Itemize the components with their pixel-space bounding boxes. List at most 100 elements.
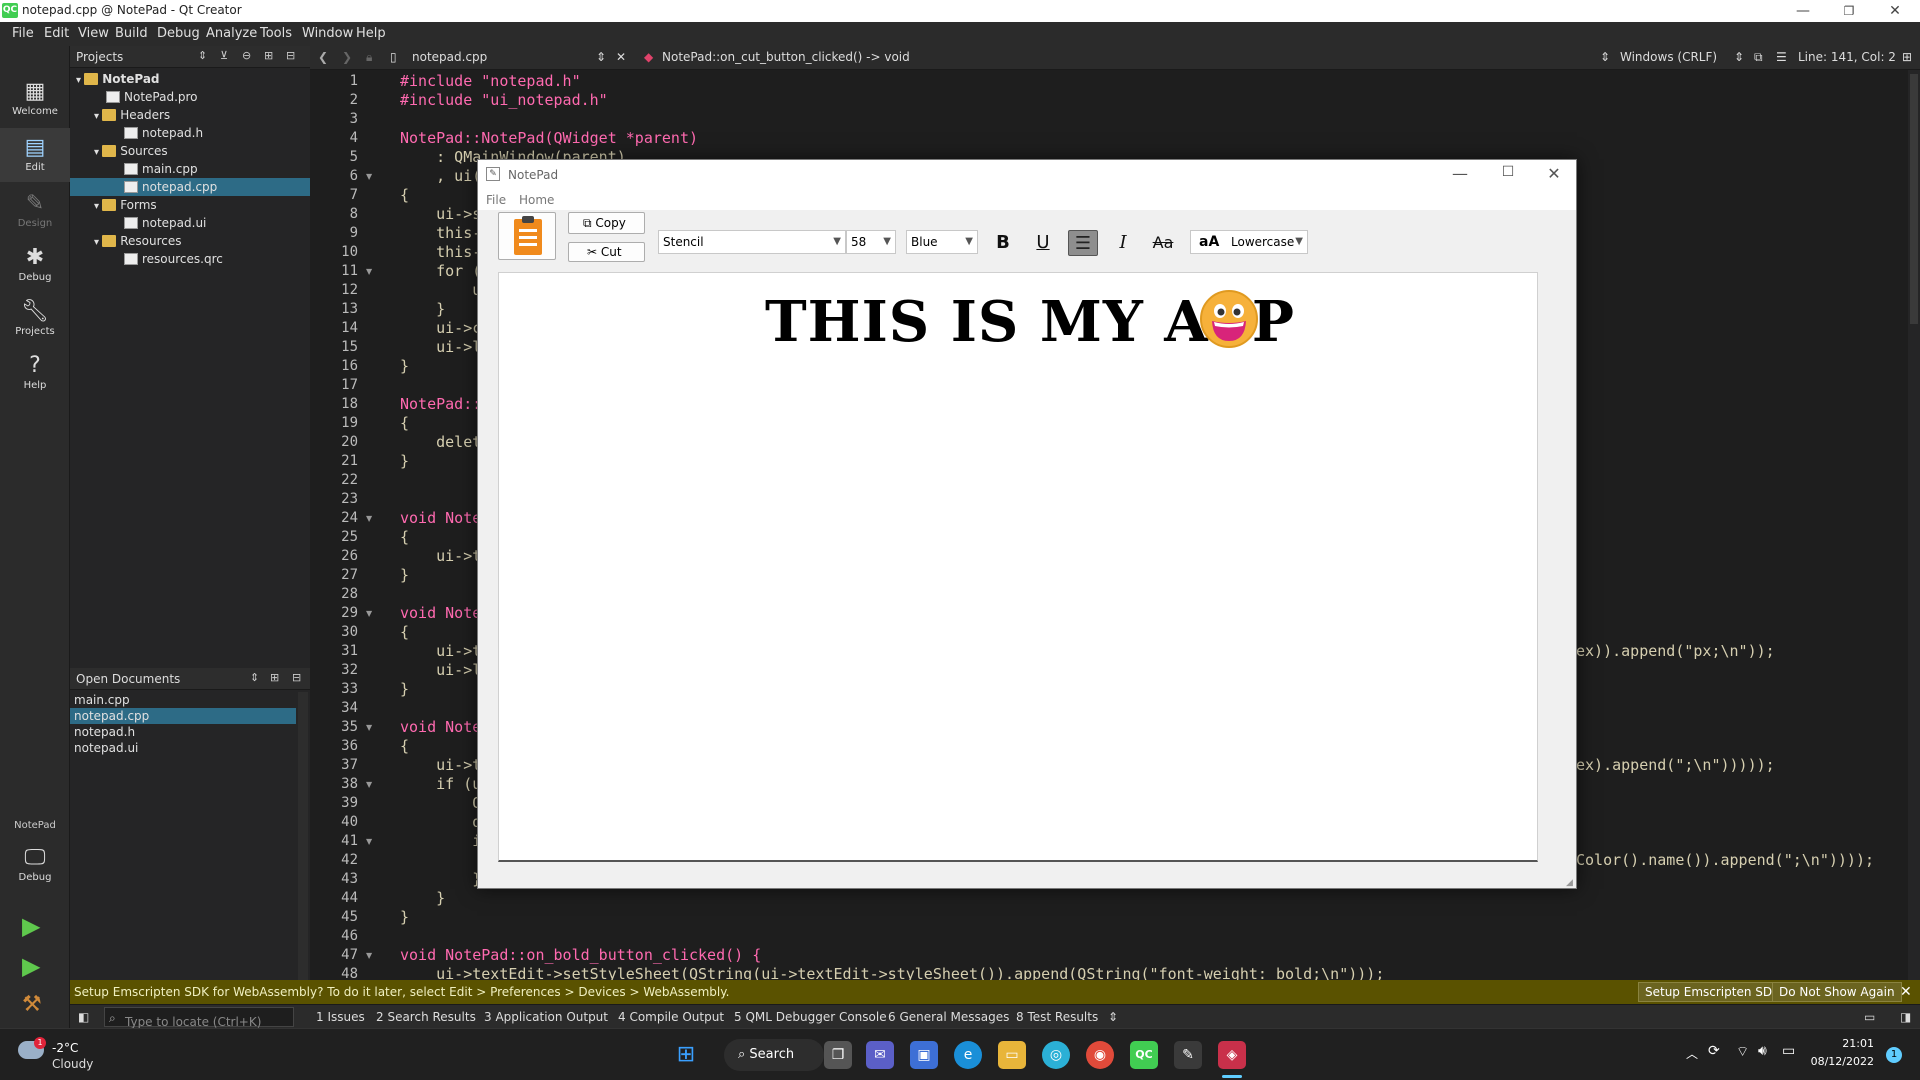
tab-compile-output[interactable]: 4 Compile Output	[618, 1010, 724, 1024]
tree-item-resources[interactable]: ▾ Resources	[70, 232, 310, 250]
underline-button[interactable]: U	[1028, 230, 1058, 256]
notepad-minimize-button[interactable]: —	[1440, 164, 1480, 183]
toggle-output-icon[interactable]: ◨	[1900, 1010, 1911, 1024]
menu-help[interactable]: Help	[356, 26, 386, 41]
tree-item-notepad-ui[interactable]: notepad.ui	[70, 214, 310, 232]
forward-icon[interactable]: ❯	[342, 50, 352, 64]
fold-marker-icon[interactable]: ▼	[366, 723, 372, 732]
tree-item-resources-qrc[interactable]: resources.qrc	[70, 250, 310, 268]
weather-temp[interactable]: -2°C	[52, 1041, 78, 1055]
debug-run-button[interactable]: ▶	[22, 952, 40, 980]
file-combo-arrow-icon[interactable]: ⇕	[596, 50, 606, 64]
chrome-icon[interactable]: ◉	[1086, 1041, 1114, 1069]
fold-marker-icon[interactable]: ▼	[366, 837, 372, 846]
start-button[interactable]: ⊞	[672, 1041, 700, 1069]
expand-arrow-icon[interactable]: ▾	[76, 75, 84, 86]
menu-analyze[interactable]: Analyze	[206, 26, 257, 41]
editor-scrollbar[interactable]	[1908, 70, 1920, 980]
menu-tools[interactable]: Tools	[260, 26, 292, 41]
notepad-menu-home[interactable]: Home	[519, 193, 554, 207]
font-size-combo[interactable]: 58 ▼	[846, 230, 896, 254]
clock-date[interactable]: 08/12/2022	[1800, 1055, 1874, 1068]
sync-icon[interactable]: ⟳	[1708, 1043, 1720, 1059]
tree-item-notepad-h[interactable]: notepad.h	[70, 124, 310, 142]
bold-button[interactable]: B	[988, 230, 1018, 256]
chevron-up-icon[interactable]: ︿	[1686, 1045, 1698, 1062]
expand-arrow-icon[interactable]: ▾	[94, 111, 102, 122]
open-documents-scrollbar[interactable]	[298, 692, 308, 984]
do-not-show-again-button[interactable]: Do Not Show Again	[1772, 982, 1902, 1002]
cursor-position[interactable]: Line: 141, Col: 2	[1798, 50, 1896, 64]
qt-creator-taskbar-icon[interactable]: QC	[1130, 1041, 1158, 1069]
close-document-icon[interactable]: ✕	[616, 50, 626, 64]
expand-arrow-icon[interactable]: ▾	[94, 147, 102, 158]
line-ending-arrow-icon[interactable]: ⇕	[1734, 50, 1744, 64]
notepad-app-taskbar-icon[interactable]: ✎	[1174, 1041, 1202, 1069]
italic-button[interactable]: I	[1108, 230, 1138, 256]
notification-center-badge[interactable]: 1	[1886, 1047, 1902, 1063]
mode-edit[interactable]: ▤ Edit	[0, 128, 70, 182]
teams-chat-icon[interactable]: ✉	[866, 1041, 894, 1069]
close-pane-icon[interactable]: ⊟	[286, 49, 295, 62]
back-icon[interactable]: ❮	[318, 50, 328, 64]
minimize-button[interactable]: —	[1780, 0, 1826, 22]
tree-item-headers[interactable]: ▾ Headers	[70, 106, 310, 124]
text-case-combo[interactable]: aA Lowercase ▼	[1190, 230, 1308, 254]
notification-close-icon[interactable]: ✕	[1900, 984, 1912, 1000]
link-icon[interactable]: ⊖	[242, 49, 251, 62]
sort-icon[interactable]: ⇕	[198, 49, 207, 62]
progress-icon[interactable]: ▭	[1864, 1010, 1875, 1024]
copy-button[interactable]: ⧉ Copy	[568, 212, 645, 234]
taskbar-search[interactable]: ⌕ Search	[724, 1039, 824, 1071]
volume-icon[interactable]: 🔊︎	[1758, 1043, 1767, 1059]
tab-issues[interactable]: 1 Issues	[316, 1010, 365, 1024]
store-icon[interactable]: ▣	[910, 1041, 938, 1069]
notepad-close-button[interactable]: ✕	[1534, 164, 1574, 183]
build-hammer-button[interactable]: ⚒	[22, 992, 42, 1017]
paste-button[interactable]	[498, 212, 556, 260]
kit-selector[interactable]: 🖵︎ Debug	[0, 838, 70, 892]
tree-item-notepad-cpp[interactable]: notepad.cpp	[70, 178, 310, 196]
menu-debug[interactable]: Debug	[157, 26, 200, 41]
weather-description[interactable]: Cloudy	[52, 1057, 93, 1071]
expand-arrow-icon[interactable]: ▾	[94, 201, 102, 212]
open-document-item[interactable]: notepad.ui	[70, 740, 296, 756]
mode-welcome[interactable]: ▦ Welcome	[0, 72, 70, 126]
notepad-maximize-button[interactable]: ☐	[1488, 164, 1528, 180]
more-tabs-icon[interactable]: ⇕	[1108, 1010, 1118, 1024]
mode-debug[interactable]: ✱ Debug	[0, 238, 70, 292]
font-family-combo[interactable]: Stencil ▼	[658, 230, 846, 254]
line-ending-combo[interactable]: Windows (CRLF)	[1620, 50, 1717, 64]
tree-item-notepad-pro[interactable]: NotePad.pro	[70, 88, 310, 106]
python-app-icon[interactable]: ◎	[1042, 1041, 1070, 1069]
tree-item-sources[interactable]: ▾ Sources	[70, 142, 310, 160]
mode-help[interactable]: ? Help	[0, 346, 70, 400]
locate-input[interactable]: ⌕ Type to locate (Ctrl+K)	[104, 1007, 294, 1029]
toggle-sidebar-icon[interactable]: ◧	[78, 1010, 89, 1024]
split-icon[interactable]: ⊞	[264, 49, 273, 62]
wifi-icon[interactable]: ⌔	[1736, 1043, 1749, 1061]
open-document-item[interactable]: main.cpp	[70, 692, 296, 708]
menu-edit[interactable]: Edit	[44, 26, 69, 41]
outline-icon[interactable]: ☰	[1776, 50, 1787, 64]
tab-test-results[interactable]: 8 Test Results	[1016, 1010, 1098, 1024]
setup-emscripten-button[interactable]: Setup Emscripten SDK	[1638, 982, 1787, 1002]
fold-marker-icon[interactable]: ▼	[366, 609, 372, 618]
close-pane-icon[interactable]: ⊟	[292, 671, 301, 684]
open-document-item[interactable]: notepad.cpp	[70, 708, 296, 724]
tree-item-forms[interactable]: ▾ Forms	[70, 196, 310, 214]
fold-marker-icon[interactable]: ▼	[366, 172, 372, 181]
open-document-item[interactable]: notepad.h	[70, 724, 296, 740]
run-button[interactable]: ▶	[22, 912, 40, 940]
symbol-combo[interactable]: NotePad::on_cut_button_clicked() -> void	[662, 50, 910, 64]
task-view-icon[interactable]: ❐	[824, 1041, 852, 1069]
fold-marker-icon[interactable]: ▼	[366, 514, 372, 523]
split-icon[interactable]: ⊞	[1902, 50, 1912, 64]
resize-grip-icon[interactable]: ◢	[1566, 878, 1573, 888]
cut-button[interactable]: ✂ Cut	[568, 242, 645, 262]
maximize-button[interactable]: ❐	[1826, 0, 1872, 22]
fold-marker-icon[interactable]: ▼	[366, 267, 372, 276]
menu-window[interactable]: Window	[302, 26, 353, 41]
close-button[interactable]: ✕	[1872, 0, 1918, 22]
mode-projects[interactable]: 🔧︎ Projects	[0, 292, 70, 346]
